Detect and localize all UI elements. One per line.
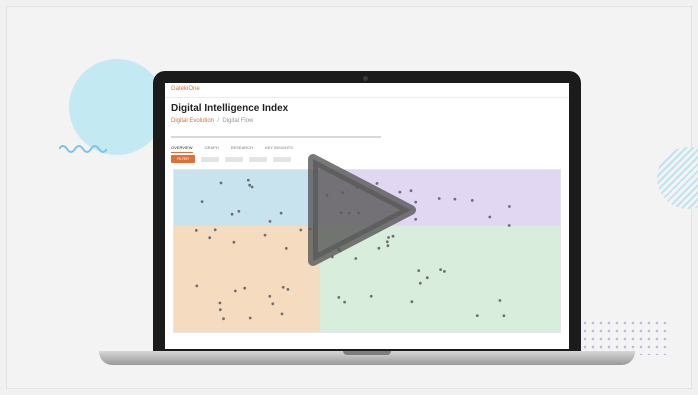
scatter-point — [437, 197, 441, 200]
quadrant-top-left — [174, 170, 320, 226]
scatter-point — [425, 276, 429, 280]
scatter-point — [208, 236, 212, 240]
scatter-point — [280, 312, 284, 316]
scatter-point — [271, 302, 275, 306]
breadcrumb: Digital Evolution / Digital Flow — [171, 118, 254, 124]
filter-button[interactable]: FILTER — [171, 155, 195, 163]
tab-key-insights[interactable]: KEY INSIGHTS — [265, 145, 293, 153]
scatter-point — [508, 205, 511, 208]
toolbar-chip[interactable] — [249, 156, 267, 162]
scatter-point — [410, 300, 414, 304]
scatter-point — [418, 281, 422, 285]
scatter-point — [218, 301, 222, 305]
page-title: Digital Intelligence Index — [171, 103, 289, 114]
camera-icon — [363, 76, 368, 81]
scatter-point — [369, 294, 373, 298]
scatter-point — [219, 181, 223, 185]
tab-bar: OVERVIEW GRAPH RESEARCH KEY INSIGHTS — [171, 145, 293, 153]
scatter-point — [222, 317, 225, 321]
decorative-dot-grid — [581, 319, 671, 355]
scatter-point — [475, 314, 479, 317]
chart-toolbar: FILTER — [171, 155, 291, 163]
laptop-base-notch — [343, 351, 391, 355]
scatter-point — [237, 209, 241, 213]
scatter-point — [213, 228, 217, 232]
scatter-point — [232, 240, 236, 244]
scatter-point — [281, 285, 285, 289]
scatter-point — [230, 212, 234, 216]
decorative-striped-circle — [657, 147, 698, 209]
scatter-point — [507, 224, 511, 227]
scatter-point — [268, 220, 272, 223]
scatter-point — [498, 299, 502, 302]
scatter-point — [453, 197, 457, 201]
toolbar-chip[interactable] — [201, 156, 219, 162]
scatter-point — [248, 183, 252, 187]
scatter-point — [243, 286, 247, 290]
wave-decoration-icon — [59, 145, 107, 153]
scatter-point — [268, 294, 272, 298]
scatter-point — [443, 270, 446, 273]
scatter-point — [246, 178, 250, 182]
scatter-point — [200, 200, 204, 203]
scatter-point — [417, 269, 421, 272]
decorative-circle-left — [69, 59, 165, 155]
scatter-point — [286, 288, 290, 291]
app-topbar: GatekiOne — [165, 83, 569, 98]
toolbar-chip[interactable] — [225, 156, 243, 162]
breadcrumb-item[interactable]: Digital Evolution — [171, 118, 214, 124]
scatter-point — [488, 215, 492, 219]
scatter-point — [470, 199, 474, 202]
tab-graph[interactable]: GRAPH — [205, 145, 219, 153]
scatter-point — [263, 233, 267, 237]
laptop-base — [99, 351, 635, 365]
tab-overview[interactable]: OVERVIEW — [171, 145, 193, 153]
scatter-point — [337, 296, 341, 299]
scatter-point — [279, 211, 283, 215]
scatter-point — [233, 289, 237, 293]
scatter-point — [284, 247, 288, 250]
breadcrumb-item[interactable]: Digital Flow — [222, 118, 253, 124]
description-text-placeholder — [171, 136, 381, 138]
toolbar-chip[interactable] — [273, 156, 291, 162]
quadrant-bottom-left — [174, 226, 320, 332]
video-thumbnail-frame[interactable]: GatekiOne Digital Intelligence Index Dig… — [6, 6, 698, 389]
scatter-point — [343, 300, 346, 304]
scatter-point — [195, 284, 199, 288]
scatter-point — [248, 316, 252, 320]
scatter-point — [502, 314, 506, 318]
scatter-point — [299, 228, 303, 232]
brand-logo: GatekiOne — [171, 86, 200, 92]
scatter-point — [218, 308, 222, 312]
scatter-point — [439, 268, 442, 271]
scatter-point — [194, 229, 198, 232]
scatter-point — [250, 185, 254, 189]
tab-research[interactable]: RESEARCH — [231, 145, 253, 153]
play-icon[interactable] — [303, 153, 417, 267]
